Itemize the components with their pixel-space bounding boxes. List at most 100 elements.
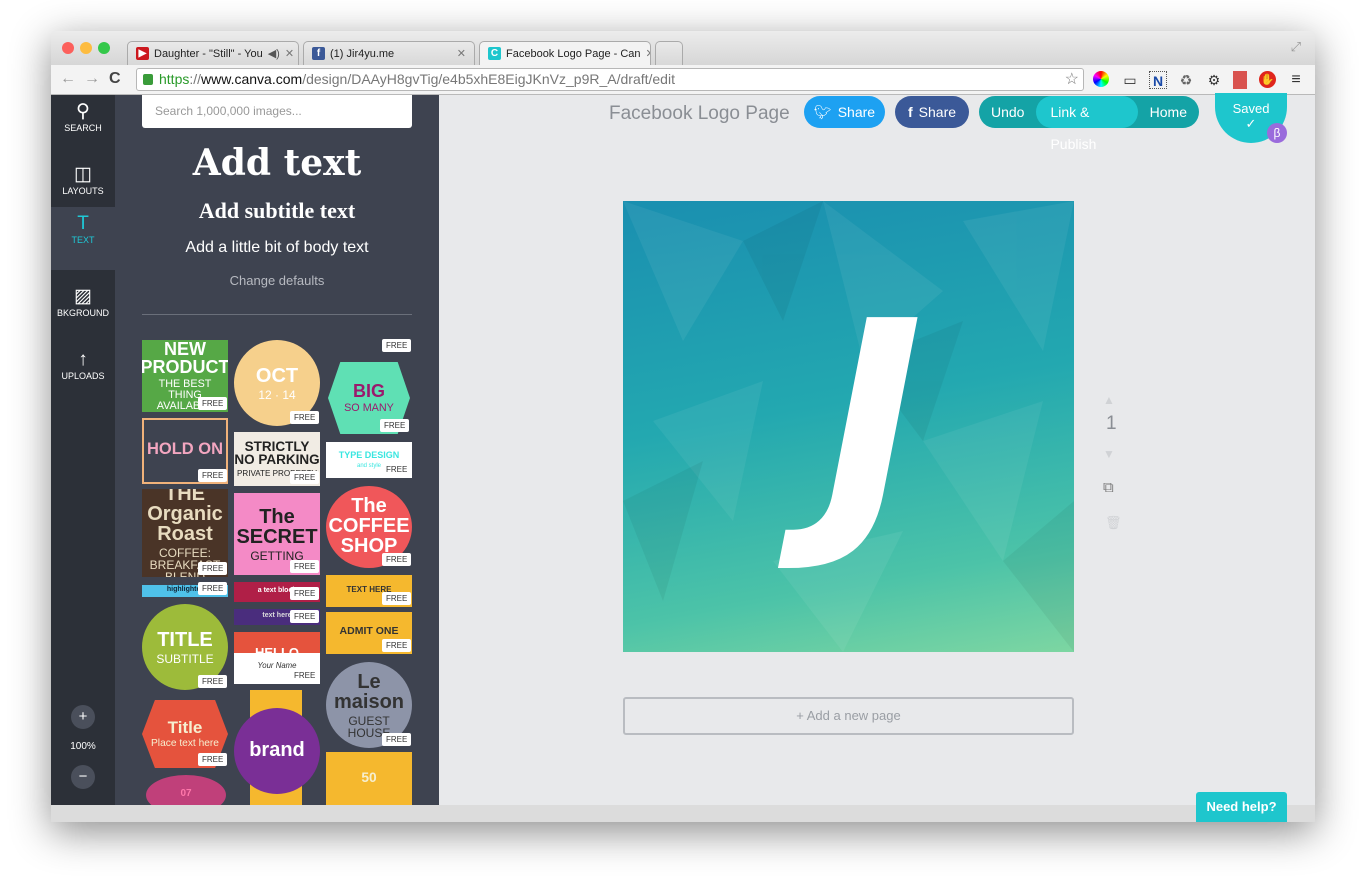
text-panel: Search 1,000,000 images... Add text Add … — [115, 95, 439, 805]
recycle-icon[interactable]: ♻ — [1177, 71, 1195, 89]
text-template[interactable]: brand — [234, 708, 320, 794]
template-title: The SECRET — [236, 505, 318, 548]
close-tab-icon[interactable]: ✕ — [457, 47, 466, 60]
tab-bar: ▶ Daughter - "Still" - You ◀) ✕ f (1) Jir4yu… — [51, 31, 1315, 65]
facebook-icon: f — [907, 104, 913, 120]
need-help-button[interactable]: Need help? — [1196, 792, 1287, 822]
fullscreen-icon[interactable]: ⤢ — [1291, 39, 1301, 55]
sidebar-item-uploads[interactable]: ↑ UPLOADS — [51, 343, 115, 406]
free-badge: FREE — [290, 411, 320, 424]
forward-icon[interactable]: → — [84, 70, 100, 88]
template-title: STRICTLY NO PARKING — [234, 438, 320, 468]
link-publish-button[interactable]: Link & Publish — [1036, 96, 1138, 152]
close-window-button[interactable] — [62, 42, 74, 54]
gear-icon[interactable]: ⚙ — [1205, 71, 1223, 89]
template-title: TYPE DESIGN — [338, 450, 400, 460]
duplicate-page-icon[interactable]: ⧉ — [1103, 479, 1114, 496]
template-title: ADMIT ONE — [339, 625, 399, 638]
sidebar-item-background[interactable]: ▨ BKGROUND — [51, 280, 115, 343]
upload-icon: ↑ — [78, 349, 88, 370]
free-badge: FREE — [290, 669, 320, 682]
close-tab-icon[interactable]: ✕ — [285, 47, 294, 60]
free-badge: FREE — [198, 562, 228, 575]
divider — [142, 314, 412, 315]
text-template[interactable]: 07 — [146, 775, 226, 805]
template-title: OCT — [255, 364, 299, 387]
change-defaults-link[interactable]: Change defaults — [115, 273, 439, 288]
free-badge: FREE — [382, 463, 412, 476]
close-tab-icon[interactable]: ✕ — [646, 47, 650, 60]
template-subtitle: Place text here — [151, 737, 219, 749]
text-icon: T — [77, 213, 89, 234]
bottom-bar — [51, 805, 1315, 822]
template-title: NEW PRODUCT — [142, 340, 228, 378]
add-subtitle-button[interactable]: Add subtitle text — [115, 198, 439, 224]
bookmark-star-icon[interactable]: ☆ — [1065, 69, 1079, 90]
image-search-input[interactable]: Search 1,000,000 images... — [142, 95, 412, 128]
move-page-up-icon[interactable]: ▲ — [1103, 393, 1115, 407]
canva-icon: C — [488, 47, 501, 60]
design-title[interactable]: Facebook Logo Page — [609, 103, 790, 125]
lock-icon — [143, 74, 153, 85]
color-wheel-icon[interactable] — [1093, 71, 1109, 87]
background-icon: ▨ — [74, 286, 92, 307]
action-group: Undo Link & Publish Home — [979, 96, 1199, 152]
browser-toolbar: ← → C https://www.canva.com/design/DAAyH… — [51, 65, 1315, 95]
maximize-window-button[interactable] — [98, 42, 110, 54]
home-button[interactable]: Home — [1138, 104, 1199, 120]
add-heading-button[interactable]: Add text — [115, 142, 439, 184]
add-page-button[interactable]: + Add a new page — [623, 697, 1074, 735]
template-title: BIG — [352, 381, 385, 402]
zoom-level: 100% — [70, 741, 96, 752]
ruler-icon[interactable]: ▭ — [1121, 71, 1139, 89]
minimize-window-button[interactable] — [80, 42, 92, 54]
book-icon[interactable] — [1233, 71, 1247, 89]
template-title: THE Organic Roast — [147, 489, 223, 545]
twitter-icon: 🐦︎ — [813, 103, 832, 120]
free-badge: FREE — [198, 397, 228, 410]
design-letter[interactable]: J — [773, 286, 973, 556]
tab-youtube[interactable]: ▶ Daughter - "Still" - You ◀) ✕ — [127, 41, 299, 65]
address-bar[interactable]: https://www.canva.com/design/DAAyH8gvTig… — [136, 68, 1084, 91]
back-icon[interactable]: ← — [60, 70, 76, 88]
template-subtitle: SUBTITLE — [156, 651, 214, 666]
free-badge: FREE — [198, 675, 228, 688]
speaker-icon: ◀) — [267, 48, 280, 60]
free-badge: FREE — [382, 339, 412, 352]
template-subtitle: and style — [356, 463, 381, 469]
free-badge: FREE — [198, 469, 228, 482]
layouts-icon: ◫ — [74, 164, 92, 185]
free-badge: FREE — [380, 419, 410, 432]
zoom-in-button[interactable]: + — [71, 705, 95, 729]
free-badge: FREE — [290, 560, 320, 573]
template-title: HELLO — [254, 645, 300, 661]
tab-facebook[interactable]: f (1) Jir4yu.me ✕ — [303, 41, 475, 65]
reload-icon[interactable]: C — [109, 70, 121, 88]
adblock-icon[interactable]: ✋ — [1259, 71, 1276, 88]
text-template[interactable]: 50 — [326, 752, 412, 805]
menu-icon[interactable]: ≡ — [1287, 71, 1305, 89]
onenote-clipper-icon[interactable]: N — [1149, 71, 1167, 89]
template-title: Le maison — [333, 670, 405, 713]
template-subtitle: SO MANY — [344, 402, 394, 415]
undo-button[interactable]: Undo — [979, 104, 1036, 120]
window-controls — [62, 42, 110, 54]
facebook-icon: f — [312, 47, 325, 60]
youtube-icon: ▶ — [136, 47, 149, 60]
facebook-share-button[interactable]: f Share — [895, 96, 969, 128]
free-badge: FREE — [290, 610, 320, 623]
move-page-down-icon[interactable]: ▼ — [1103, 447, 1115, 461]
design-canvas[interactable]: J — [623, 201, 1074, 652]
sidebar-item-search[interactable]: ⚲ SEARCH — [51, 95, 115, 158]
delete-page-icon[interactable]: 🗑︎ — [1105, 515, 1122, 531]
zoom-out-button[interactable]: − — [71, 765, 95, 789]
twitter-share-button[interactable]: 🐦︎ Share — [804, 96, 885, 128]
new-tab-button[interactable] — [655, 41, 683, 65]
free-badge: FREE — [382, 733, 412, 746]
sidebar-item-text[interactable]: T TEXT — [51, 207, 115, 270]
template-title: text here — [262, 612, 292, 619]
beta-badge: β — [1267, 123, 1287, 143]
tab-canva[interactable]: CFacebook Logo Page - Can✕ — [479, 41, 651, 65]
add-body-button[interactable]: Add a little bit of body text — [115, 239, 439, 257]
search-icon: ⚲ — [76, 101, 90, 122]
